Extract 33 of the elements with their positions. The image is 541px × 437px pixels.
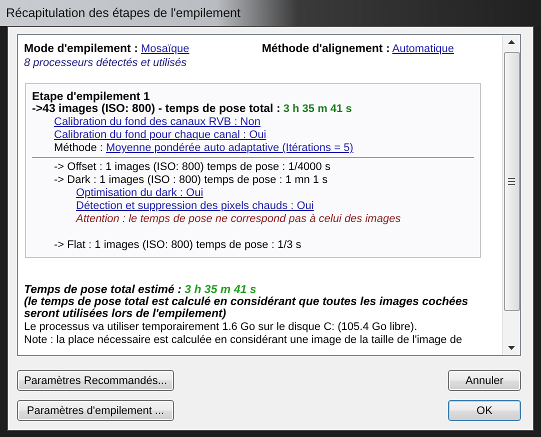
- frame-text: -> Flat : 1 images (ISO: 800) temps de pose : 1/3 s: [54, 239, 302, 251]
- warning-text: Attention : le temps de pose ne correspond pas à celui des images: [76, 213, 401, 225]
- scroll-thumb[interactable]: [504, 52, 520, 311]
- option-link[interactable]: Optimisation du dark : Oui: [76, 187, 204, 199]
- scrollbar[interactable]: [502, 35, 520, 355]
- disk-text: Note : la place nécessaire est calculée en considérant une image de la taille de l'image de: [24, 334, 464, 346]
- ok-button[interactable]: OK: [448, 400, 521, 421]
- mode-link[interactable]: Mosaïque: [140, 43, 190, 55]
- grip-icon: [508, 178, 515, 185]
- alignment-link[interactable]: Automatique: [392, 43, 454, 55]
- method-label: Méthode :: [54, 142, 103, 154]
- option-link[interactable]: Détection et suppression des pixels chauds : Oui: [76, 200, 314, 212]
- window-title: Récapitulation des étapes de l'empilement: [6, 6, 240, 20]
- settings-button[interactable]: Paramètres d'empilement ...: [17, 400, 174, 421]
- processors-text: 8 processeurs détectés et utilisés: [24, 57, 188, 69]
- alignment-label: Méthode d'alignement :: [262, 43, 390, 55]
- cancel-button[interactable]: Annuler: [448, 370, 521, 391]
- lights-text: ->43 images (ISO: 800) - temps de pose total :: [32, 103, 280, 115]
- setting-link[interactable]: Calibration du fond pour chaque canal : Oui: [54, 129, 266, 141]
- setting-link[interactable]: Calibration du fond des canaux RVB : Non: [54, 116, 260, 128]
- mode-label: Mode d'empilement :: [24, 43, 138, 55]
- estimate-label: Temps de pose total estimé :: [24, 284, 182, 296]
- estimate-note: (le temps de pose total est calculé en considérant que toutes les images cochées seront utilisées lors de l'empilement): [24, 296, 470, 320]
- scroll-down-icon[interactable]: [508, 346, 515, 350]
- estimate-time: 3 h 35 m 41 s: [184, 284, 256, 296]
- lights-time: 3 h 35 m 41 s: [283, 103, 352, 115]
- method-link[interactable]: Moyenne pondérée auto adaptative (Itérations = 5): [106, 142, 354, 154]
- frame-text: -> Offset : 1 images (ISO: 800) temps de pose : 1/4000 s: [54, 161, 330, 173]
- scroll-up-icon[interactable]: [508, 40, 515, 44]
- frame-text: -> Dark : 1 images (ISO : 800) temps de pose : 1 mn 1 s: [54, 174, 328, 186]
- stage-title: Etape d'empilement 1: [32, 91, 150, 103]
- settings-button[interactable]: Paramètres Recommandés...: [17, 370, 174, 391]
- disk-text: Le processus va utiliser temporairement 1.6 Go sur le disque C: (105.4 Go libre).: [24, 321, 418, 333]
